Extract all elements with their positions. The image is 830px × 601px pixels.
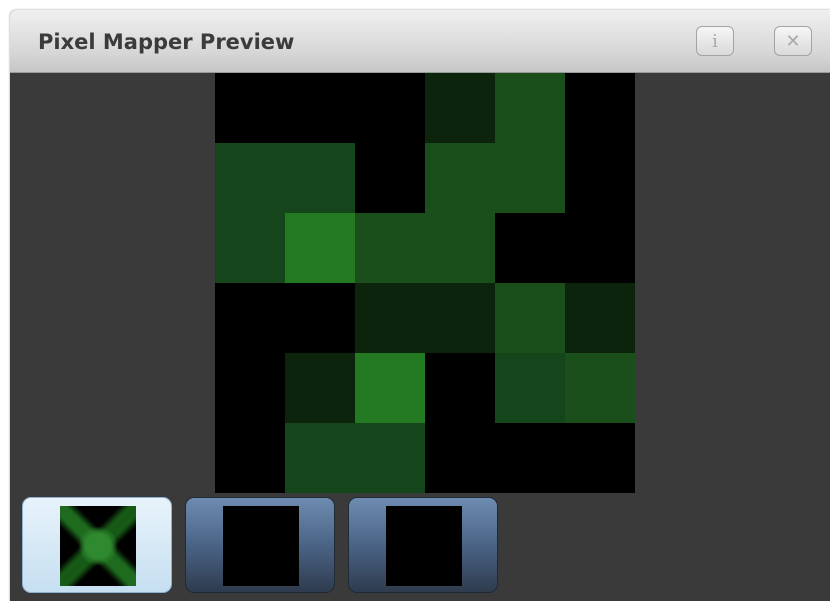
pixel-cell	[215, 423, 285, 493]
info-button[interactable]: i	[696, 26, 734, 56]
pixel-cell	[355, 73, 425, 143]
pixel-cell	[425, 423, 495, 493]
pixel-cell	[215, 353, 285, 423]
pixel-cell	[355, 213, 425, 283]
thumbnail-1[interactable]	[22, 497, 172, 593]
title-bar[interactable]: Pixel Mapper Preview i ✕	[10, 10, 830, 73]
pixel-cell	[495, 353, 565, 423]
pixel-cell	[495, 423, 565, 493]
pixel-cell	[495, 73, 565, 143]
thumbnail-3[interactable]	[348, 497, 498, 593]
pixel-cell	[285, 283, 355, 353]
pixel-cell	[565, 423, 635, 493]
pixel-cell	[425, 213, 495, 283]
pixel-preview-grid	[215, 73, 635, 493]
pixel-cell	[565, 73, 635, 143]
pixel-cell	[425, 353, 495, 423]
pixel-cell	[565, 283, 635, 353]
pixel-mapper-preview-window: Pixel Mapper Preview i ✕	[10, 10, 830, 601]
pixel-cell	[285, 213, 355, 283]
pixel-cell	[425, 283, 495, 353]
pixel-cell	[355, 283, 425, 353]
thumbnail-2-preview	[223, 506, 299, 586]
pixel-cell	[425, 143, 495, 213]
pixel-cell	[495, 283, 565, 353]
pixel-cell	[215, 143, 285, 213]
thumbnail-strip	[22, 497, 830, 601]
pixel-cell	[495, 143, 565, 213]
pixel-cell	[285, 143, 355, 213]
pixel-cell	[355, 353, 425, 423]
window-title: Pixel Mapper Preview	[38, 30, 295, 54]
pixel-cell	[495, 213, 565, 283]
pixel-cell	[285, 73, 355, 143]
pixel-cell	[565, 353, 635, 423]
thumbnail-3-preview	[386, 506, 462, 586]
thumbnail-2[interactable]	[185, 497, 335, 593]
thumbnail-1-preview	[60, 506, 136, 586]
pixel-cell	[285, 353, 355, 423]
pixel-cell	[215, 213, 285, 283]
pixel-cell	[565, 143, 635, 213]
pixel-cell	[215, 283, 285, 353]
close-button[interactable]: ✕	[774, 26, 812, 56]
pixel-cell	[355, 143, 425, 213]
pixel-cell	[285, 423, 355, 493]
pixel-cell	[215, 73, 285, 143]
pixel-cell	[565, 213, 635, 283]
pixel-cell	[355, 423, 425, 493]
pixel-cell	[425, 73, 495, 143]
